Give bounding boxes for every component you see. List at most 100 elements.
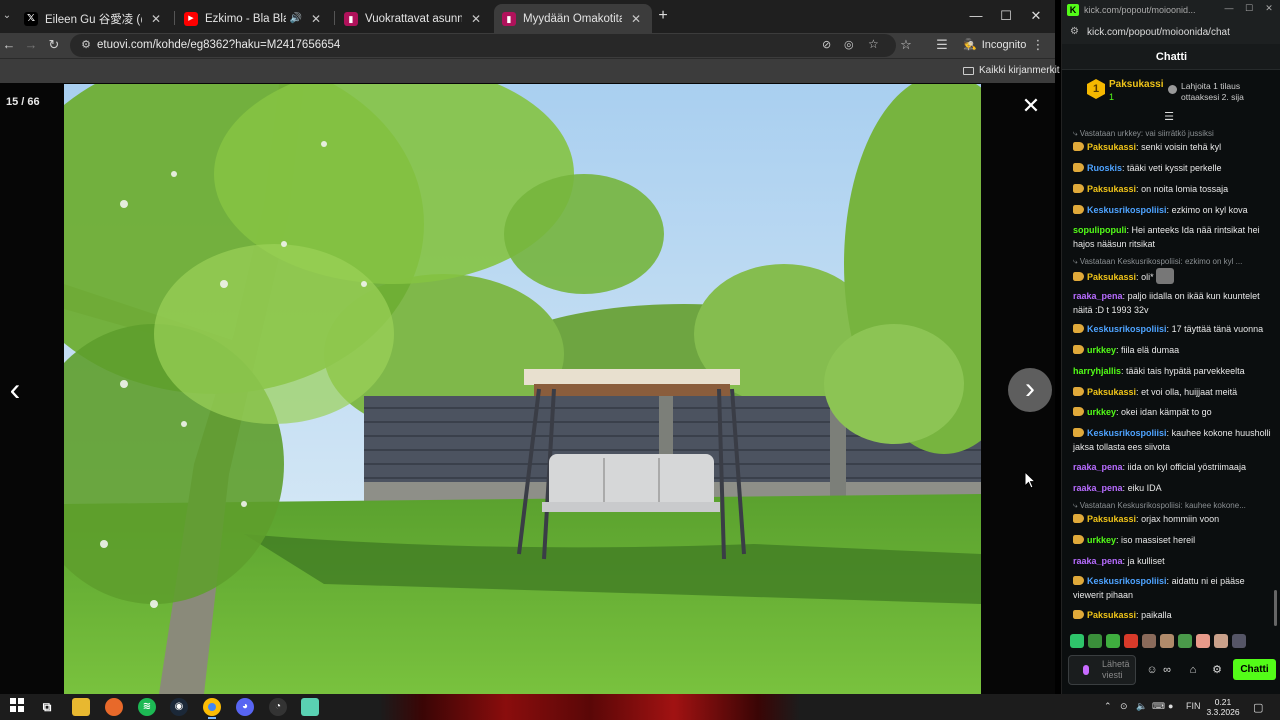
chat-username[interactable]: Keskusrikospoliisi <box>1087 576 1167 586</box>
chat-username[interactable]: raaka_pena <box>1073 483 1123 493</box>
emote-icon[interactable] <box>1088 634 1102 648</box>
chat-username[interactable]: raaka_pena <box>1073 556 1123 566</box>
windows-start-icon[interactable] <box>8 698 26 716</box>
close-tab-icon[interactable]: ✕ <box>628 12 644 26</box>
tab-ezkimo-youtube[interactable]: ▶ Ezkimo - Bla Bla Bla - YouTube 🔊 ✕ <box>176 4 332 33</box>
close-tab-icon[interactable]: ✕ <box>308 12 324 26</box>
chat-username[interactable]: Keskusrikospoliisi <box>1087 324 1167 334</box>
chat-username[interactable]: Paksukassi <box>1087 184 1136 194</box>
close-tab-icon[interactable]: ✕ <box>468 12 484 26</box>
chat-scrollbar[interactable] <box>1274 590 1277 626</box>
close-tab-icon[interactable]: ✕ <box>148 12 164 26</box>
send-chat-button[interactable]: Chatti <box>1233 659 1276 680</box>
chat-username[interactable]: harryhjallis <box>1073 366 1121 376</box>
system-clock[interactable]: 0.21 3.3.2026 <box>1203 697 1243 717</box>
new-tab-button[interactable]: + <box>655 8 671 24</box>
language-indicator[interactable]: FIN <box>1186 701 1201 711</box>
chat-username[interactable]: raaka_pena <box>1073 291 1123 301</box>
chat-message: raaka_pena: iida on kyl official yöstrii… <box>1073 462 1246 472</box>
chat-message-input[interactable]: Lähetä viesti <box>1068 655 1136 685</box>
discord-icon[interactable]: ◕ <box>236 698 254 716</box>
emote-icon[interactable] <box>1214 634 1228 648</box>
close-window-icon[interactable]: ✕ <box>1262 3 1276 14</box>
chrome-icon[interactable] <box>203 698 221 719</box>
infinity-icon[interactable]: ∞ <box>1160 663 1174 677</box>
sub-badge-icon <box>1073 345 1084 354</box>
emote-icon[interactable] <box>1142 634 1156 648</box>
emote-icon[interactable] <box>1160 634 1174 648</box>
minimize-icon[interactable]: — <box>1222 3 1236 13</box>
chat-username[interactable]: Keskusrikospoliisi <box>1087 428 1167 438</box>
network-icon[interactable]: ⌨ <box>1152 701 1165 712</box>
reply-context: ⤷ Vastataan urkkey: vai siirrätkö jussik… <box>1073 129 1214 138</box>
tracking-blocked-icon[interactable]: ⊘ <box>822 38 831 51</box>
emote-icon[interactable] <box>1196 634 1210 648</box>
emote-icon[interactable] <box>1106 634 1120 648</box>
close-viewer-icon[interactable]: ✕ <box>1020 95 1042 117</box>
chat-username[interactable]: urkkey <box>1087 407 1116 417</box>
reading-list-icon[interactable]: ☰ <box>933 36 951 54</box>
emote-icon[interactable] <box>1178 634 1192 648</box>
chat-username[interactable]: Paksukassi <box>1087 142 1136 152</box>
all-bookmarks-button[interactable]: Kaikki kirjanmerkit <box>963 65 1060 76</box>
maximize-icon[interactable]: ☐ <box>991 6 1021 26</box>
forward-icon[interactable]: → <box>22 36 40 54</box>
chat-username[interactable]: Paksukassi <box>1087 387 1136 397</box>
reload-icon[interactable]: ↻ <box>45 36 63 54</box>
tab-search-icon[interactable]: ⌄ <box>0 6 14 26</box>
sub-badge-icon <box>1073 387 1084 396</box>
microphone-icon[interactable] <box>1083 665 1089 675</box>
eye-off-icon[interactable]: ◎ <box>844 38 854 51</box>
emote-icon[interactable] <box>1232 634 1246 648</box>
spotify-icon[interactable]: ≋ <box>138 698 156 716</box>
emote-picker-icon[interactable]: ☺ <box>1145 663 1159 677</box>
previous-image-icon[interactable]: ‹ <box>4 371 26 407</box>
chat-username[interactable]: Paksukassi <box>1087 514 1136 524</box>
chat-username[interactable]: raaka_pena <box>1073 462 1123 472</box>
next-image-button[interactable]: › <box>1008 368 1052 412</box>
audio-playing-icon[interactable]: 🔊 <box>290 13 302 24</box>
chat-username[interactable]: sopulipopuli <box>1073 225 1127 235</box>
leaderboard-user[interactable]: Paksukassi <box>1109 79 1164 90</box>
chat-username[interactable]: Paksukassi <box>1087 272 1136 282</box>
emote-icon[interactable] <box>1070 634 1084 648</box>
tab-myydaan-omakotitalo[interactable]: ▮ Myydään Omakotitalo, 5 huone ✕ <box>494 4 652 33</box>
tray-app-icon[interactable]: ⊙ <box>1120 701 1128 712</box>
microphone-tray-icon[interactable]: ● <box>1168 701 1173 711</box>
chat-username[interactable]: Keskusrikospoliisi <box>1087 205 1167 215</box>
tab-eileen-gu[interactable]: 𝕏 Eileen Gu 谷愛凌 (@GoEileenGu ✕ <box>16 4 172 33</box>
firefox-icon[interactable] <box>105 698 123 716</box>
tab-vuokrattavat[interactable]: ▮ Vuokrattavat asunnot ja asunto ✕ <box>336 4 492 33</box>
chat-username[interactable]: urkkey <box>1087 535 1116 545</box>
back-icon[interactable]: ← <box>0 36 18 54</box>
sub-badge-icon <box>1073 142 1084 151</box>
chat-username[interactable]: urkkey <box>1087 345 1116 355</box>
site-info-icon[interactable]: ⚙ <box>79 38 93 52</box>
close-window-icon[interactable]: ✕ <box>1021 6 1051 26</box>
volume-icon[interactable]: 🔈 <box>1136 701 1147 712</box>
maximize-icon[interactable]: ☐ <box>1242 3 1256 14</box>
file-explorer-icon[interactable] <box>72 698 90 716</box>
minimize-icon[interactable]: — <box>961 6 991 26</box>
notepad-icon[interactable] <box>301 698 319 716</box>
chat-username[interactable]: Ruoskis <box>1087 163 1122 173</box>
reply-context: ⤷ Vastataan Keskusrikospoliisi: ezkimo o… <box>1073 257 1243 266</box>
tray-overflow-icon[interactable]: ⌃ <box>1104 701 1112 712</box>
notifications-icon[interactable]: ▢ <box>1253 701 1263 714</box>
settings-icon[interactable]: ⚙ <box>1210 663 1224 677</box>
gift-cta-text[interactable]: Lahjoita 1 tilaus ottaaksesi 2. sija <box>1181 81 1276 103</box>
site-info-icon[interactable]: ⚙ <box>1070 26 1079 37</box>
obs-icon[interactable]: ◔ <box>269 698 287 716</box>
address-bar[interactable]: ⚙ etuovi.com/kohde/eg8362?haku=M24176566… <box>70 34 896 57</box>
bookmarks-icon[interactable]: ☆ <box>897 36 915 54</box>
menu-icon[interactable]: ⋮ <box>1029 36 1047 54</box>
store-icon[interactable]: ⌂ <box>1186 663 1200 677</box>
incognito-indicator[interactable]: 🕵 Incognito <box>963 36 1026 54</box>
bookmark-star-icon[interactable]: ☆ <box>868 37 879 51</box>
chat-message: Paksukassi: on noita lomia tossaja <box>1073 182 1271 196</box>
filter-icon[interactable]: ☰ <box>1162 112 1176 123</box>
task-view-icon[interactable]: ⧉ <box>38 698 56 716</box>
chat-username[interactable]: Paksukassi <box>1087 610 1136 620</box>
steam-icon[interactable]: ◉ <box>170 698 188 716</box>
emote-icon[interactable] <box>1124 634 1138 648</box>
